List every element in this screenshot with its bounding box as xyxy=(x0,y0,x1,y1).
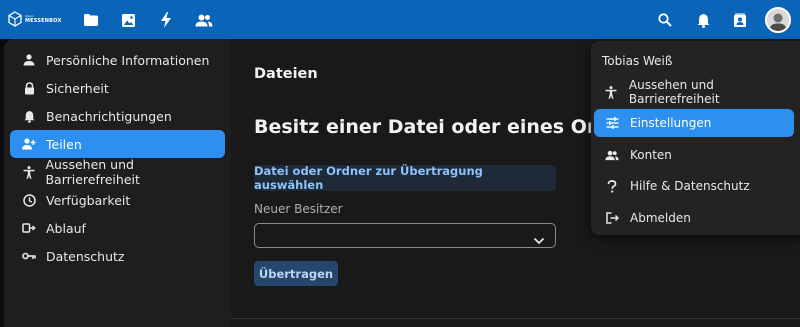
notifications-icon[interactable] xyxy=(694,11,712,29)
menu-item-settings[interactable]: Einstellungen xyxy=(594,109,794,137)
sidebar-item-label: Datenschutz xyxy=(46,248,125,264)
transfer-button[interactable]: Übertragen xyxy=(254,261,338,286)
settings-sliders-icon xyxy=(605,116,619,130)
menu-item-logout[interactable]: Abmelden xyxy=(594,204,794,232)
sidebar-item-label: Benachrichtigungen xyxy=(46,108,172,124)
sidebar-item-privacy[interactable]: Datenschutz xyxy=(10,242,225,270)
flow-icon xyxy=(22,221,36,235)
search-icon[interactable] xyxy=(656,11,674,29)
lock-icon xyxy=(22,81,36,95)
settings-sidebar: Persönliche Informationen Sicherheit Ben… xyxy=(4,39,231,327)
app-logo[interactable]: Open MESSENBOX xyxy=(8,11,62,27)
menu-item-label: Abmelden xyxy=(630,211,691,225)
contacts-menu-icon[interactable] xyxy=(731,11,749,29)
logout-icon xyxy=(605,211,619,225)
menu-item-accounts[interactable]: Konten xyxy=(594,141,794,169)
sidebar-item-security[interactable]: Sicherheit xyxy=(10,74,225,102)
menu-item-label: Einstellungen xyxy=(630,116,712,130)
sidebar-item-notifications[interactable]: Benachrichtigungen xyxy=(10,102,225,130)
sidebar-item-sharing[interactable]: Teilen xyxy=(10,130,225,158)
menu-item-label: Konten xyxy=(630,148,672,162)
sidebar-item-label: Verfügbarkeit xyxy=(46,192,131,208)
bell-icon xyxy=(22,109,36,123)
menu-item-label: Hilfe & Datenschutz xyxy=(630,179,750,193)
menu-item-appearance[interactable]: Aussehen und Barrierefreiheit xyxy=(594,78,794,106)
share-user-icon xyxy=(22,137,36,151)
sidebar-item-flow[interactable]: Ablauf xyxy=(10,214,225,242)
sidebar-item-personal-info[interactable]: Persönliche Informationen xyxy=(10,46,225,74)
sidebar-item-label: Ablauf xyxy=(46,220,86,236)
new-owner-label: Neuer Besitzer xyxy=(254,202,343,216)
key-icon xyxy=(22,249,36,263)
contacts-icon[interactable] xyxy=(195,11,213,29)
menu-item-help[interactable]: Hilfe & Datenschutz xyxy=(594,172,794,200)
clock-icon xyxy=(22,193,36,207)
sidebar-item-availability[interactable]: Verfügbarkeit xyxy=(10,186,225,214)
sidebar-item-label: Sicherheit xyxy=(46,80,109,96)
page-title: Dateien xyxy=(254,66,318,82)
logo-icon xyxy=(8,11,22,27)
sidebar-item-label: Teilen xyxy=(46,136,82,152)
help-icon xyxy=(605,179,619,193)
accessibility-icon xyxy=(605,85,618,99)
user-menu: Tobias Weiß Aussehen und Barrierefreihei… xyxy=(591,41,800,235)
sidebar-item-label: Aussehen und Barrierefreiheit xyxy=(45,157,140,187)
top-bar: Open MESSENBOX xyxy=(0,0,800,39)
divider xyxy=(231,318,800,319)
logo-main-text: MESSENBOX xyxy=(25,18,62,24)
sidebar-item-appearance[interactable]: Aussehen und Barrierefreiheit xyxy=(10,157,225,187)
files-icon[interactable] xyxy=(82,11,100,29)
chevron-down-icon xyxy=(533,230,545,249)
user-name: Tobias Weiß xyxy=(602,54,673,68)
accounts-icon xyxy=(605,148,619,162)
accessibility-icon xyxy=(22,165,35,179)
person-icon xyxy=(22,53,36,67)
menu-item-label: Aussehen und Barrierefreiheit xyxy=(628,78,720,106)
select-file-button[interactable]: Datei oder Ordner zur Übertragung auswäh… xyxy=(254,164,556,192)
user-avatar[interactable] xyxy=(765,7,791,33)
photos-icon[interactable] xyxy=(119,11,137,29)
sidebar-item-label: Persönliche Informationen xyxy=(46,52,210,68)
new-owner-select[interactable] xyxy=(254,223,556,248)
activity-icon[interactable] xyxy=(157,11,175,29)
